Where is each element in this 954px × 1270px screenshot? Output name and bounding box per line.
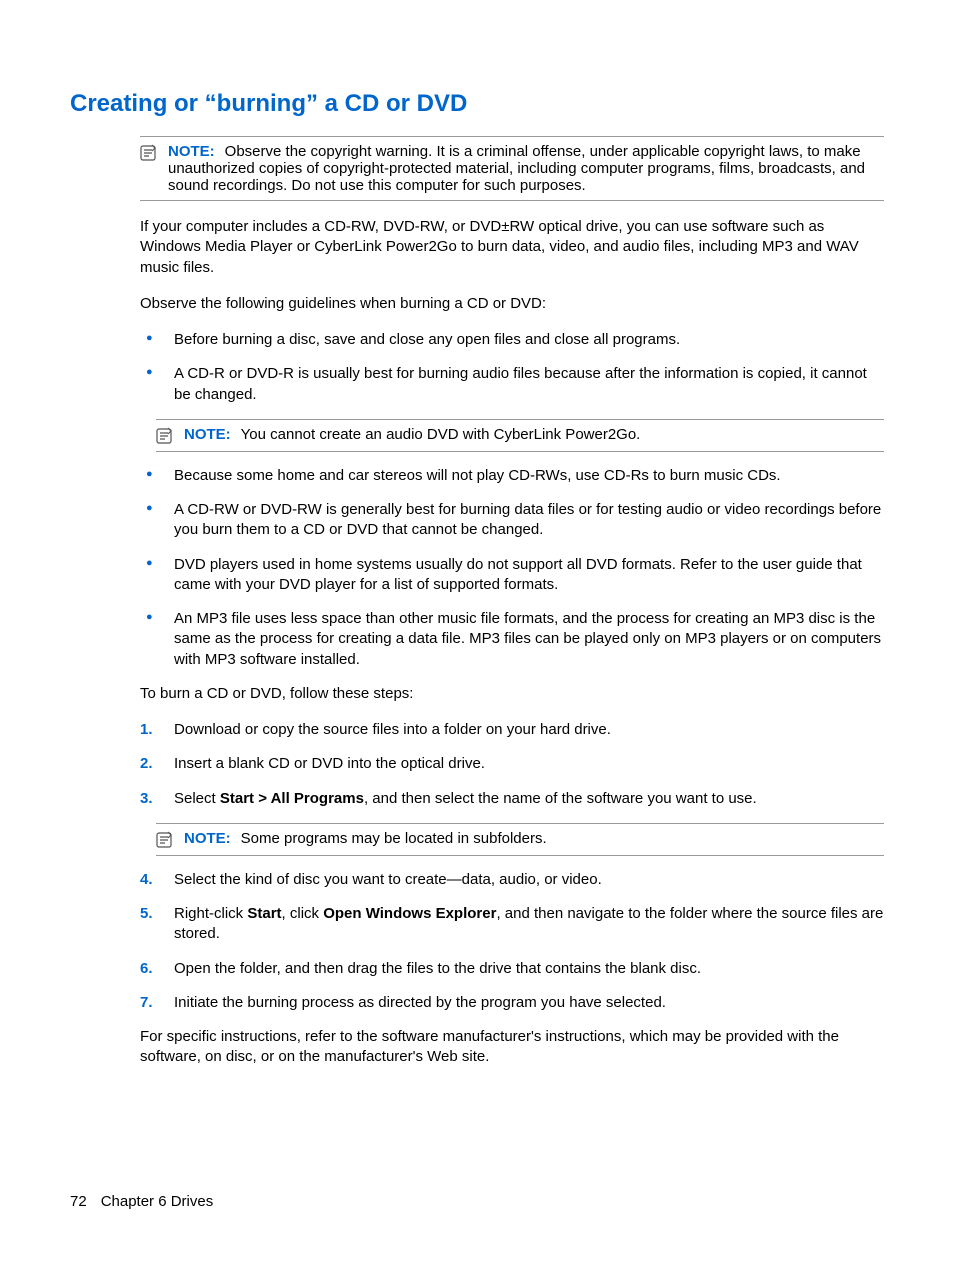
step-bold: Start > All Programs (220, 790, 364, 807)
step-item: Select Start > All Programs, and then se… (140, 789, 884, 809)
page-number: 72 (70, 1193, 87, 1210)
page-footer: 72 Chapter 6 Drives (70, 1193, 213, 1210)
step-item: Right-click Start, click Open Windows Ex… (140, 904, 884, 945)
note-label: NOTE: (168, 143, 215, 160)
note-label: NOTE: (184, 830, 231, 847)
note-text: NOTE: Some programs may be located in sub… (184, 830, 884, 847)
steps-list: Download or copy the source files into a… (140, 720, 884, 809)
list-item: A CD-R or DVD-R is usually best for burn… (140, 364, 884, 405)
step-text: Select (174, 790, 220, 807)
guidelines-list: Before burning a disc, save and close an… (140, 330, 884, 405)
step-item: Initiate the burning process as directed… (140, 993, 884, 1013)
list-item: DVD players used in home systems usually… (140, 555, 884, 596)
note-copyright: NOTE:Observe the copyright warning. It i… (140, 136, 884, 201)
list-item: Because some home and car stereos will n… (140, 466, 884, 486)
list-item: Before burning a disc, save and close an… (140, 330, 884, 350)
note-body: Some programs may be located in subfolde… (241, 830, 547, 847)
step-item: Insert a blank CD or DVD into the optica… (140, 754, 884, 774)
note-label: NOTE: (184, 426, 231, 443)
step-text: , and then select the name of the softwa… (364, 790, 757, 807)
step-item: Open the folder, and then drag the files… (140, 959, 884, 979)
note-icon (156, 427, 178, 445)
chapter-label: Chapter 6 Drives (101, 1193, 214, 1210)
note-audio-dvd: NOTE: You cannot create an audio DVD with… (156, 419, 884, 452)
paragraph-intro: If your computer includes a CD-RW, DVD-R… (140, 217, 884, 278)
step-bold: Start (247, 905, 281, 922)
guidelines-list-cont: Because some home and car stereos will n… (140, 466, 884, 670)
paragraph-guidelines-lead: Observe the following guidelines when bu… (140, 294, 884, 314)
step-item: Download or copy the source files into a… (140, 720, 884, 740)
list-item: A CD-RW or DVD-RW is generally best for … (140, 500, 884, 541)
section-heading: Creating or “burning” a CD or DVD (70, 90, 884, 118)
step-text: , click (282, 905, 324, 922)
paragraph-steps-lead: To burn a CD or DVD, follow these steps: (140, 684, 884, 704)
paragraph-outro: For specific instructions, refer to the … (140, 1027, 884, 1068)
note-subfolders: NOTE: Some programs may be located in sub… (156, 823, 884, 856)
step-bold: Open Windows Explorer (323, 905, 496, 922)
list-item: An MP3 file uses less space than other m… (140, 609, 884, 670)
steps-list-cont: Select the kind of disc you want to crea… (140, 870, 884, 1013)
step-text: Right-click (174, 905, 247, 922)
note-text: NOTE: You cannot create an audio DVD with… (184, 426, 884, 443)
step-item: Select the kind of disc you want to crea… (140, 870, 884, 890)
note-icon (156, 831, 178, 849)
note-body: Observe the copyright warning. It is a c… (168, 143, 865, 194)
note-text: NOTE:Observe the copyright warning. It i… (168, 143, 884, 194)
note-icon (140, 144, 162, 162)
note-body: You cannot create an audio DVD with Cybe… (241, 426, 641, 443)
